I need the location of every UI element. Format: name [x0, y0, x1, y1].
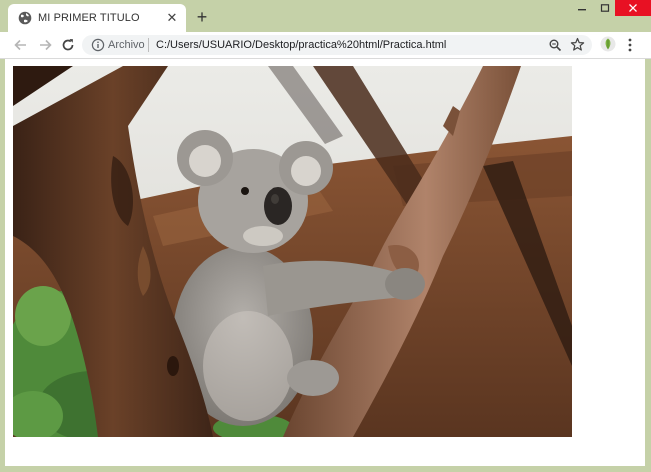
arrow-right-icon[interactable]: [36, 36, 54, 54]
address-bar[interactable]: Archivo C:/Users/USUARIO/Desktop/practic…: [82, 35, 592, 55]
info-icon[interactable]: [91, 38, 105, 52]
minimize-icon[interactable]: [569, 0, 595, 16]
scheme-label: Archivo: [108, 39, 145, 51]
omnibox-separator: [148, 38, 149, 52]
tab-title: MI PRIMER TITULO: [38, 12, 140, 24]
plus-icon[interactable]: +: [193, 8, 211, 26]
close-icon[interactable]: [615, 0, 651, 16]
tab-strip: MI PRIMER TITULO ✕ +: [0, 0, 651, 32]
arrow-left-icon[interactable]: [12, 36, 30, 54]
extension-icon[interactable]: [600, 36, 616, 52]
page-content: [5, 59, 645, 466]
browser-toolbar: Archivo C:/Users/USUARIO/Desktop/practic…: [0, 32, 651, 59]
koala-photo: [13, 66, 572, 437]
star-icon[interactable]: [570, 37, 585, 52]
browser-window: MI PRIMER TITULO ✕ + Archivo C:/Users/US…: [0, 0, 651, 472]
maximize-icon[interactable]: [595, 0, 615, 16]
url-text[interactable]: C:/Users/USUARIO/Desktop/practica%20html…: [156, 39, 446, 51]
zoom-icon[interactable]: [548, 38, 562, 52]
kebab-menu-icon[interactable]: [624, 36, 636, 54]
reload-icon[interactable]: [59, 36, 77, 54]
tab-active[interactable]: MI PRIMER TITULO ✕: [8, 4, 186, 32]
close-icon[interactable]: ✕: [164, 10, 180, 26]
globe-icon: [18, 11, 32, 25]
